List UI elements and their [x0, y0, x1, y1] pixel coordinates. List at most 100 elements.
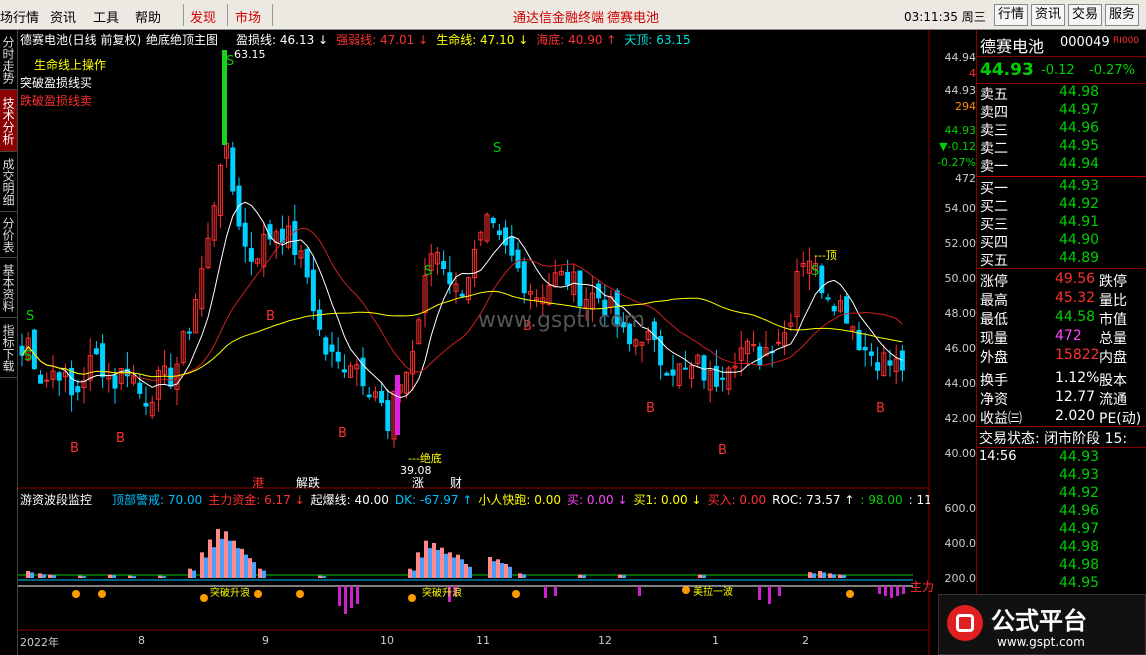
tab-basic-info[interactable]: 基本资料 [0, 258, 17, 318]
trade-state: 交易状态: 闭市阶段 15: [979, 431, 1128, 447]
sub-bar [416, 552, 420, 578]
candle-body [31, 329, 37, 370]
bid-row: 买三 44.91 [977, 214, 1146, 233]
axis-change: ▼-0.12 [939, 140, 976, 153]
stat-label: 现量 [980, 331, 1008, 347]
signal-dot-icon [296, 590, 304, 598]
sub-label-gang: 港 [252, 476, 265, 490]
candle-body [844, 296, 850, 324]
sub-neg-bar [554, 586, 557, 596]
stats-row: 外盘 15822 内盘 [977, 347, 1146, 366]
bid-row: 买一 44.93 [977, 178, 1146, 197]
top-label: ---顶 [814, 249, 837, 262]
stat-value: 2.020 [1055, 408, 1096, 424]
sub-indicator-value-10: : 115.00 [908, 493, 930, 507]
sub-bar [212, 547, 216, 578]
price-tick: 48.00 [944, 307, 977, 320]
tick-price: 44.98 [1059, 557, 1100, 573]
sub-bar [112, 575, 116, 578]
menu-news[interactable]: 资讯 [50, 7, 76, 26]
candle-body [93, 348, 99, 355]
menu-help[interactable]: 帮助 [135, 7, 161, 26]
tab-indicator-download[interactable]: 指标下载 [0, 318, 17, 378]
sub-bar [216, 529, 220, 578]
tick-price: 44.96 [1059, 503, 1100, 519]
candle-body [143, 402, 149, 407]
sub-bar [220, 538, 224, 578]
candle-body [230, 147, 236, 192]
quote-change: -0.12 [1041, 63, 1075, 78]
candle-body [441, 261, 447, 270]
price-tick: 46.00 [944, 342, 977, 355]
trade-button[interactable]: 交易 [1068, 4, 1102, 26]
candle-body [292, 221, 298, 256]
bid-row: 买二 44.92 [977, 196, 1146, 215]
menu-tools[interactable]: 工具 [93, 7, 119, 26]
candle-body [323, 337, 329, 355]
legend-buy: 突破盈损线买 [20, 76, 93, 90]
axis-pct: -0.27% [937, 156, 976, 169]
price-tick: 50.00 [944, 272, 977, 285]
sub-bar [188, 568, 192, 578]
candle-body [248, 248, 254, 262]
tab-timeshare[interactable]: 分时走势 [0, 30, 17, 90]
tab-technical-analysis[interactable]: 技术分析 [0, 90, 17, 152]
sub-neg-bar [884, 586, 887, 596]
candle-body [899, 350, 905, 371]
price-tick: 40.00 [944, 447, 977, 460]
bid-row: 买四 44.90 [977, 232, 1146, 251]
candle-body [862, 346, 868, 351]
badge-pull: 美拉一波 [693, 587, 733, 598]
candle-body [56, 372, 62, 381]
sub-bar [408, 568, 412, 578]
kline-chart[interactable]: BBBBBBBBSSSSSS [18, 30, 930, 655]
tab-trade-details[interactable]: 成交明细 [0, 152, 17, 212]
sub-indicator-value-5: 买: 0.00 ↓ [567, 493, 628, 507]
menu-market[interactable]: 市场 [235, 7, 261, 26]
sub-bar [82, 576, 86, 578]
sub-bar [432, 543, 436, 578]
sub-bar [812, 573, 816, 578]
time-tick: 1 [712, 634, 719, 647]
menu-market-quotes[interactable]: 场行情 [0, 7, 39, 26]
sub-label-cai: 财 [450, 476, 463, 490]
price-axis: 54.00 52.00 50.00 48.00 46.00 44.00 42.00 40.00… [930, 30, 976, 655]
sub-neg-bar [902, 586, 905, 594]
sub-bar [832, 574, 836, 578]
axis-price2: 44.93 [944, 124, 977, 137]
stats-row: 涨停 49.56 跌停 [977, 271, 1146, 290]
chart-area[interactable]: BBBBBBBBSSSSSS 德赛电池(日线 前复权) 绝底绝顶主图 盈损线: … [18, 30, 934, 655]
stat-label-2: 跌停 [1099, 274, 1127, 290]
bid-label: 买一 [980, 181, 1008, 197]
candle-body [341, 369, 347, 373]
candle-body [186, 331, 192, 334]
app-title: 通达信金融终端 [513, 11, 605, 26]
sub-bar [228, 540, 232, 578]
stats-row: 收益㈢ 2.020 PE(动) [977, 408, 1146, 427]
sub-bar [192, 570, 196, 578]
candle-body [366, 394, 372, 398]
service-button[interactable]: 服务 [1105, 4, 1139, 26]
bid-label: 买四 [980, 235, 1008, 251]
sub-bar [504, 564, 508, 578]
tick-price: 44.97 [1059, 521, 1100, 537]
stat-value: 45.32 [1055, 290, 1096, 306]
sub-bar [108, 574, 112, 578]
tab-price-table[interactable]: 分价表 [0, 212, 17, 258]
tick-price: 44.95 [1059, 575, 1100, 591]
candle-body [44, 379, 50, 382]
ask-label: 卖二 [980, 141, 1008, 157]
top-price-label: 63.15 [234, 48, 266, 61]
ask-price: 44.94 [1059, 156, 1100, 172]
tick-price: 44.93 [1059, 449, 1100, 465]
menu-find[interactable]: 发现 [190, 7, 216, 26]
sell-marker: S [24, 349, 32, 364]
axis-last-vol: 472 [955, 172, 976, 185]
sub-bar [318, 575, 322, 578]
tick-price: 44.92 [1059, 485, 1100, 501]
ask-price: 44.95 [1059, 138, 1100, 154]
news-button[interactable]: 资讯 [1031, 4, 1065, 26]
quotes-button[interactable]: 行情 [994, 4, 1028, 26]
candle-body [831, 305, 837, 312]
candle-body [317, 309, 323, 330]
